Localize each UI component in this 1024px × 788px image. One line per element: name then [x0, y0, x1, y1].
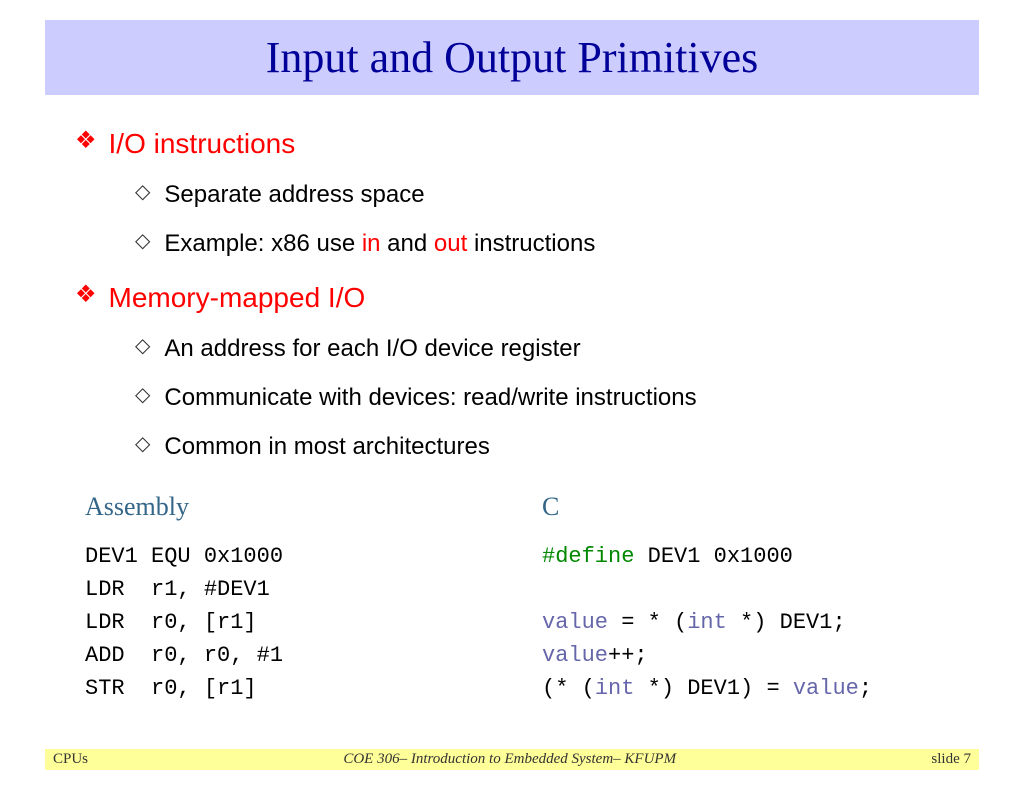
bullet-sub: ◇ Separate address space [135, 179, 979, 210]
title-bar: Input and Output Primitives [45, 20, 979, 95]
c-column: C #define DEV1 0x1000 value = * (int *) … [542, 492, 969, 705]
footer-bar: CPUs COE 306– Introduction to Embedded S… [45, 749, 979, 770]
assembly-heading: Assembly [85, 492, 512, 522]
bullet-text: Common in most architectures [164, 431, 489, 462]
footer-mid: COE 306– Introduction to Embedded System… [343, 751, 676, 768]
diamond-outline-icon: ◇ [135, 333, 150, 359]
assembly-code: DEV1 EQU 0x1000 LDR r1, #DEV1 LDR r0, [r… [85, 540, 512, 705]
content-area: ❖ I/O instructions ◇ Separate address sp… [0, 95, 1024, 705]
c-heading: C [542, 492, 969, 522]
bullet-sub: ◇ Example: x86 use in and out instructio… [135, 228, 979, 259]
code-area: Assembly DEV1 EQU 0x1000 LDR r1, #DEV1 L… [75, 492, 979, 705]
slide-title: Input and Output Primitives [45, 32, 979, 83]
diamond-outline-icon: ◇ [135, 179, 150, 205]
diamond-outline-icon: ◇ [135, 431, 150, 457]
bullet-text: An address for each I/O device register [164, 333, 580, 364]
footer-right: slide 7 [931, 751, 971, 768]
diamond-outline-icon: ◇ [135, 228, 150, 254]
bullet-heading: I/O instructions [109, 127, 296, 161]
footer-left: CPUs [53, 751, 88, 768]
bullet-sub: ◇ Common in most architectures [135, 431, 979, 462]
bullet-main-mmio: ❖ Memory-mapped I/O [75, 281, 979, 315]
bullet-sub: ◇ Communicate with devices: read/write i… [135, 382, 979, 413]
bullet-heading: Memory-mapped I/O [109, 281, 366, 315]
diamond-outline-icon: ◇ [135, 382, 150, 408]
bullet-text: Communicate with devices: read/write ins… [164, 382, 696, 413]
diamond-icon: ❖ [75, 281, 97, 310]
assembly-column: Assembly DEV1 EQU 0x1000 LDR r1, #DEV1 L… [85, 492, 512, 705]
bullet-main-io: ❖ I/O instructions [75, 127, 979, 161]
bullet-sub: ◇ An address for each I/O device registe… [135, 333, 979, 364]
bullet-text: Example: x86 use in and out instructions [164, 228, 595, 259]
c-code: #define DEV1 0x1000 value = * (int *) DE… [542, 540, 969, 705]
bullet-text: Separate address space [164, 179, 424, 210]
diamond-icon: ❖ [75, 127, 97, 156]
